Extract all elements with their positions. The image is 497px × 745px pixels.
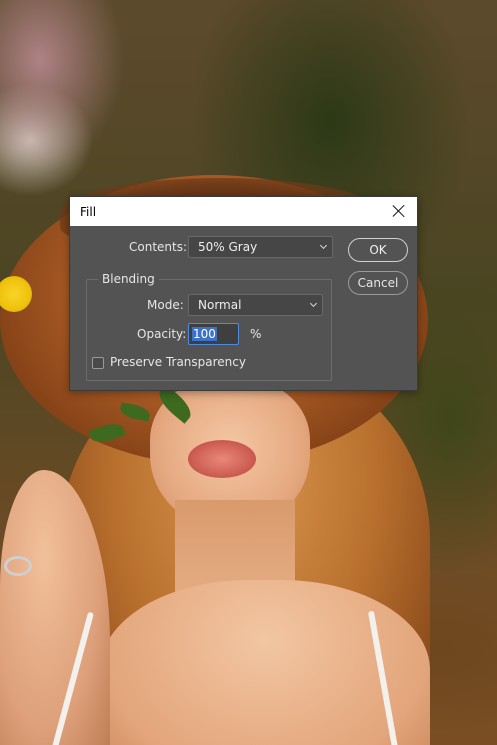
- preserve-transparency-label[interactable]: Preserve Transparency: [110, 355, 246, 369]
- contents-dropdown[interactable]: 50% Gray: [188, 236, 333, 258]
- blending-group-title: Blending: [98, 272, 159, 286]
- dialog-title: Fill: [80, 204, 97, 219]
- mode-value: Normal: [198, 298, 242, 312]
- opacity-unit: %: [250, 327, 262, 341]
- chevron-down-icon: [310, 301, 317, 308]
- preserve-transparency-checkbox[interactable]: [92, 357, 104, 369]
- opacity-value: 100: [192, 327, 217, 341]
- contents-label: Contents:: [129, 240, 188, 254]
- cancel-button[interactable]: Cancel: [348, 271, 408, 295]
- photo-ring: [4, 556, 32, 576]
- dialog-titlebar[interactable]: Fill: [70, 197, 417, 226]
- chevron-down-icon: [320, 243, 327, 250]
- photo-lips: [188, 440, 256, 478]
- contents-value: 50% Gray: [198, 240, 258, 254]
- ok-button-label: OK: [369, 243, 387, 257]
- mode-label: Mode:: [147, 298, 184, 312]
- fill-dialog: Fill Contents: 50% Gray Blending Mode: N…: [69, 196, 418, 391]
- mode-dropdown[interactable]: Normal: [188, 294, 323, 316]
- opacity-label: Opacity:: [137, 327, 187, 341]
- cancel-button-label: Cancel: [357, 276, 399, 290]
- ok-button[interactable]: OK: [348, 238, 408, 262]
- close-icon[interactable]: [391, 203, 407, 219]
